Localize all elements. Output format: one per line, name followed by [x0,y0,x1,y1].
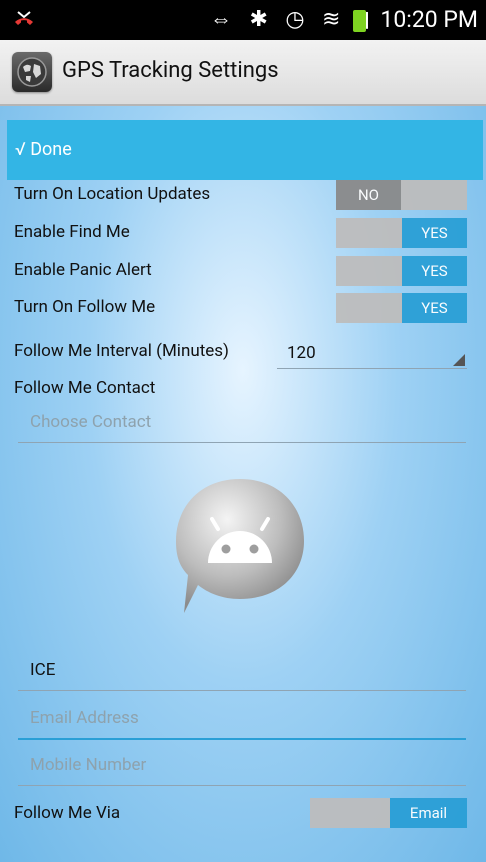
mobile-field[interactable]: Mobile Number [18,749,466,786]
follow-me-toggle[interactable]: YES [336,293,467,323]
toggle-on-state: YES [402,293,467,323]
ice-field[interactable]: ICE [18,654,466,691]
panic-alert-label: Enable Panic Alert [14,260,152,280]
page-title: GPS Tracking Settings [62,58,279,83]
status-bar: ⇔ ✱ ◷ ≋ ▮ 10:20 PM [0,0,486,40]
via-selected-option: Email [390,798,467,828]
toggle-off-state: NO [336,180,401,210]
android-contact-avatar-icon[interactable] [170,471,310,621]
title-bar: GPS Tracking Settings [0,40,486,106]
email-placeholder: Email Address [30,708,139,728]
follow-me-label: Turn On Follow Me [14,297,156,317]
interval-value: 120 [287,343,316,363]
location-updates-label: Turn On Location Updates [14,184,211,204]
panic-alert-toggle[interactable]: YES [336,256,467,286]
settings-panel: √ Done Turn On Location Updates NO Enabl… [0,106,486,862]
email-field[interactable]: Email Address [18,702,466,740]
ice-value: ICE [30,660,56,680]
globe-icon[interactable] [12,52,52,92]
toggle-on-state: YES [402,256,467,286]
mobile-placeholder: Mobile Number [30,755,147,775]
choose-contact-placeholder: Choose Contact [30,412,152,432]
interval-label: Follow Me Interval (Minutes) [14,341,229,361]
location-updates-toggle[interactable]: NO [336,180,467,210]
done-button[interactable]: √ Done [7,120,483,180]
missed-call-icon [15,11,33,25]
battery-icon [353,10,366,32]
find-me-toggle[interactable]: YES [336,218,467,248]
dropdown-arrow-icon [453,354,465,366]
toggle-on-state: YES [402,218,467,248]
status-icons: ⇔ ✱ ◷ ≋ ▮ [210,7,376,32]
interval-spinner[interactable]: 120 [277,342,467,369]
contact-label: Follow Me Contact [14,378,156,398]
follow-me-via-label: Follow Me Via [14,803,121,823]
find-me-label: Enable Find Me [14,222,130,242]
clock: 10:20 PM [380,6,478,33]
choose-contact-field[interactable]: Choose Contact [18,406,466,443]
follow-me-via-toggle[interactable]: Email [310,798,467,828]
